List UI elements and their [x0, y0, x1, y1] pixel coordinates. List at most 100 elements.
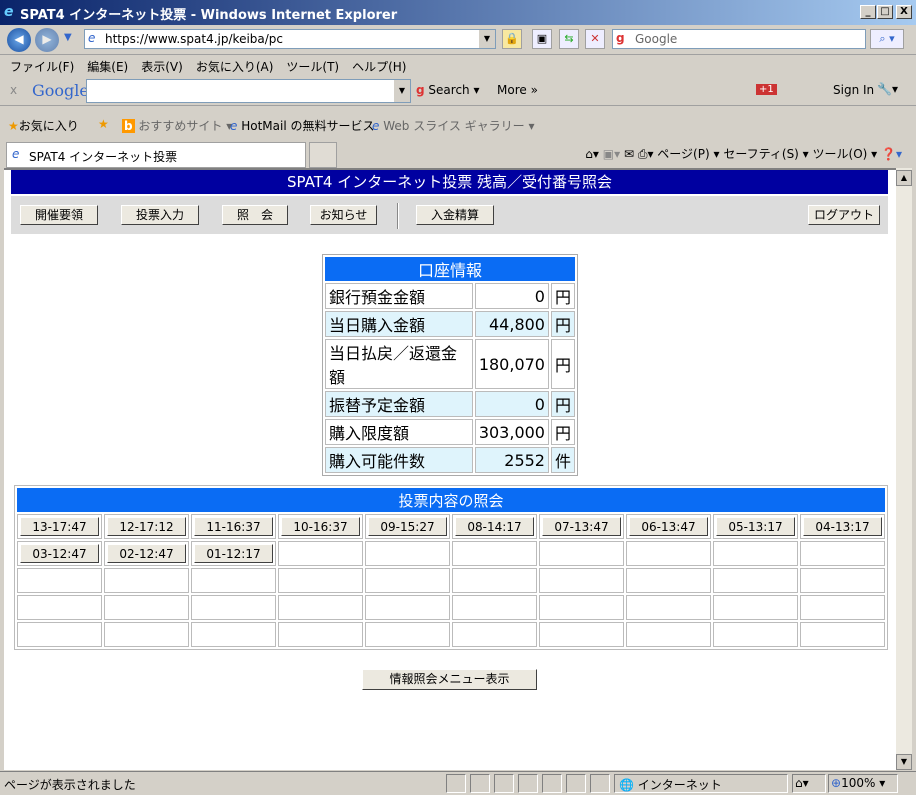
row-unit: 件 — [550, 447, 575, 473]
fav-item-webslice[interactable]: e Web スライス ギャラリー ▾ — [372, 117, 535, 134]
vote-receipt-button[interactable]: 03-12:47 — [20, 544, 99, 563]
table-row: 振替予定金額 0 円 — [325, 391, 575, 417]
search-box[interactable]: g Google — [612, 29, 866, 49]
vote-receipt-button[interactable]: 01-12:17 — [194, 544, 273, 563]
ie-icon: e — [4, 4, 14, 20]
row-unit: 円 — [550, 339, 575, 389]
feeds-icon[interactable]: ▣▾ — [603, 147, 620, 161]
vote-receipt-button[interactable]: 10-16:37 — [281, 517, 360, 536]
vote-receipt-button[interactable]: 05-13:17 — [716, 517, 795, 536]
vote-receipt-button[interactable]: 04-13:17 — [803, 517, 882, 536]
address-bar[interactable]: e https://www.spat4.jp/keiba/pc ▼ — [84, 29, 496, 49]
scroll-up-icon[interactable]: ▲ — [896, 170, 912, 186]
ie-page-icon: e — [12, 147, 20, 161]
search-placeholder: Google — [635, 32, 678, 46]
home-icon[interactable]: ⌂▾ — [585, 147, 599, 161]
table-cell — [365, 595, 450, 620]
vertical-scrollbar[interactable]: ▲ ▼ — [896, 168, 912, 770]
table-cell — [191, 568, 276, 593]
menu-view[interactable]: 表示(V) — [141, 60, 183, 74]
help-icon[interactable]: ❓▾ — [881, 147, 902, 161]
more-button[interactable]: More » — [497, 83, 538, 97]
ie-page-icon: e — [372, 119, 380, 133]
fav-item-hotmail[interactable]: e HotMail の無料サービス — [230, 117, 374, 134]
menu-tools[interactable]: ツール(T) — [286, 60, 339, 74]
status-bar: ページが表示されました 🌐 インターネット ⌂▾ ⊕100% ▾ — [0, 771, 916, 795]
print-icon[interactable]: ⎙▾ — [638, 147, 654, 161]
new-tab-button[interactable] — [309, 142, 337, 168]
table-cell — [713, 568, 798, 593]
browser-tab[interactable]: e SPAT4 インターネット投票 — [6, 142, 306, 168]
row-label: 振替予定金額 — [325, 391, 473, 417]
back-icon[interactable]: ◀ — [7, 28, 31, 52]
address-dropdown-icon[interactable]: ▼ — [479, 30, 495, 48]
notice-button[interactable]: お知らせ — [310, 205, 377, 225]
compatibility-icon[interactable]: ▣ — [532, 29, 552, 49]
toolbar-close-icon[interactable]: x — [10, 83, 17, 97]
favorites-button[interactable]: ★お気に入り — [8, 117, 79, 134]
table-row: 銀行預金金額 0 円 — [325, 283, 575, 309]
protected-mode-icon[interactable]: ⌂▾ — [792, 774, 826, 793]
vote-receipt-button[interactable]: 07-13:47 — [542, 517, 621, 536]
menu-edit[interactable]: 編集(E) — [87, 60, 128, 74]
stop-icon[interactable]: ✕ — [585, 29, 605, 49]
vote-receipt-button[interactable]: 12-17:12 — [107, 517, 186, 536]
vote-receipt-button[interactable]: 11-16:37 — [194, 517, 273, 536]
maximize-button[interactable]: □ — [877, 5, 893, 19]
menu-file[interactable]: ファイル(F) — [10, 60, 74, 74]
table-cell — [452, 568, 537, 593]
scroll-down-icon[interactable]: ▼ — [896, 754, 912, 770]
gplus-button[interactable]: +1 — [756, 84, 777, 95]
table-cell — [539, 595, 624, 620]
forward-icon[interactable]: ▶ — [35, 28, 59, 52]
zone-text: インターネット — [637, 778, 722, 792]
vote-receipt-button[interactable]: 13-17:47 — [20, 517, 99, 536]
sign-in-button[interactable]: Sign In — [833, 83, 874, 97]
dropdown-icon[interactable]: ▼ — [394, 80, 410, 102]
guide-button[interactable]: 開催要領 — [20, 205, 98, 225]
fav-item-suggested[interactable]: b おすすめサイト ▾ — [122, 117, 232, 134]
table-cell — [104, 595, 189, 620]
google-search-button[interactable]: g Search ▾ — [416, 83, 480, 97]
vote-receipt-button[interactable]: 08-14:17 — [455, 517, 534, 536]
mail-icon[interactable]: ✉ — [624, 147, 634, 161]
add-favorite-icon[interactable]: ★ — [98, 117, 109, 131]
menu-help[interactable]: ヘルプ(H) — [352, 60, 406, 74]
table-row: 03-12:47 02-12:47 01-12:17 — [17, 541, 885, 566]
zoom-control[interactable]: ⊕100% ▾ — [828, 774, 898, 793]
table-cell — [191, 595, 276, 620]
info-menu-button[interactable]: 情報照会メニュー表示 — [362, 669, 537, 690]
page-menu[interactable]: ページ(P) ▾ — [657, 147, 719, 161]
vote-input-button[interactable]: 投票入力 — [121, 205, 199, 225]
table-cell: 04-13:17 — [800, 514, 885, 539]
menu-favorites[interactable]: お気に入り(A) — [196, 60, 274, 74]
search-button[interactable]: ⌕ ▾ — [870, 29, 904, 49]
vote-receipt-button[interactable]: 02-12:47 — [107, 544, 186, 563]
lock-icon[interactable]: 🔒 — [502, 29, 522, 49]
refresh-icon[interactable]: ⇆ — [559, 29, 579, 49]
history-dropdown-icon[interactable]: ▼ — [64, 32, 72, 43]
table-cell: 06-13:47 — [626, 514, 711, 539]
logout-button[interactable]: ログアウト — [808, 205, 880, 225]
deposit-settle-button[interactable]: 入金精算 — [416, 205, 494, 225]
vote-receipt-button[interactable]: 06-13:47 — [629, 517, 708, 536]
close-button[interactable]: X — [896, 5, 912, 19]
tab-title: SPAT4 インターネット投票 — [29, 150, 178, 164]
safety-menu[interactable]: セーフティ(S) ▾ — [723, 147, 808, 161]
table-cell — [278, 568, 363, 593]
row-value: 0 — [474, 283, 549, 309]
row-unit: 円 — [550, 311, 575, 337]
table-cell — [713, 541, 798, 566]
table-cell: 09-15:27 — [365, 514, 450, 539]
table-row — [17, 568, 885, 593]
bing-icon: b — [122, 119, 135, 133]
table-row: 当日購入金額 44,800 円 — [325, 311, 575, 337]
table-cell — [365, 568, 450, 593]
tools-menu[interactable]: ツール(O) ▾ — [813, 147, 878, 161]
inquiry-button[interactable]: 照 会 — [222, 205, 288, 225]
wrench-icon[interactable]: 🔧▾ — [877, 82, 898, 96]
table-cell: 13-17:47 — [17, 514, 102, 539]
vote-receipt-button[interactable]: 09-15:27 — [368, 517, 447, 536]
minimize-button[interactable]: _ — [860, 5, 876, 19]
google-search-input[interactable]: ▼ — [86, 79, 411, 103]
